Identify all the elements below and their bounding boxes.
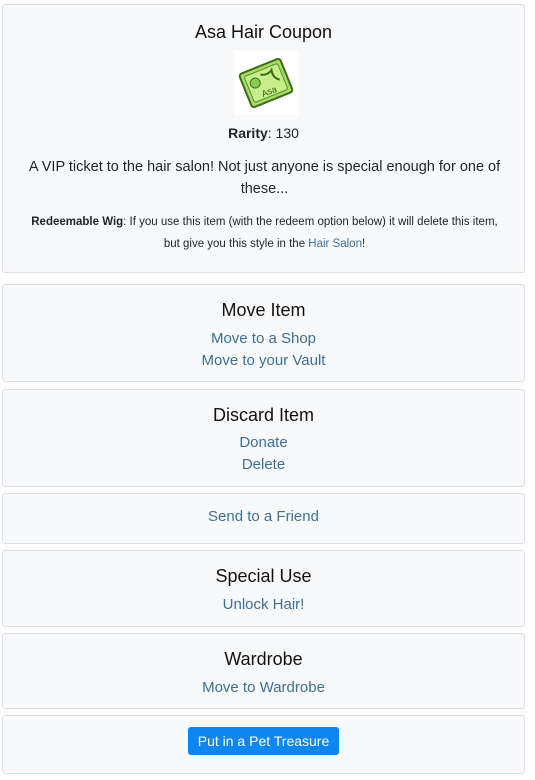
move-item-card: Move Item Move to a Shop Move to your Va…: [2, 284, 525, 382]
pet-treasure-row: Put in a Pet Treasure: [3, 727, 524, 755]
discard-item-card: Discard Item Donate Delete: [2, 389, 525, 487]
rarity-value: : 130: [267, 125, 299, 141]
donate-link[interactable]: Donate: [239, 434, 287, 451]
send-card: Send to a Friend: [2, 493, 525, 544]
delete-row: Delete: [3, 456, 524, 474]
item-info-card: Asa Hair Coupon Asa Rarity: 130 A VIP ti…: [2, 4, 525, 273]
unlock-hair-row: Unlock Hair!: [3, 596, 524, 614]
pet-treasure-card: Put in a Pet Treasure: [2, 715, 525, 774]
wig-label: Redeemable Wig: [31, 216, 124, 228]
special-use-card: Special Use Unlock Hair!: [2, 550, 525, 627]
move-to-wardrobe-row: Move to Wardrobe: [3, 679, 524, 697]
unlock-hair-link[interactable]: Unlock Hair!: [223, 596, 305, 613]
item-name: Asa Hair Coupon: [194, 22, 333, 42]
move-to-shop-row: Move to a Shop: [3, 330, 524, 348]
move-to-wardrobe-link[interactable]: Move to Wardrobe: [202, 679, 325, 696]
wig-text-after: !: [361, 238, 366, 250]
hair-salon-link[interactable]: Hair Salon: [308, 233, 362, 255]
hair-coupon-ticket-icon: Asa: [238, 57, 294, 109]
redeemable-wig-note: Redeemable Wig: If you use this item (wi…: [27, 211, 502, 255]
move-item-title: Move Item: [221, 300, 306, 320]
move-to-shop-link[interactable]: Move to a Shop: [211, 330, 316, 347]
special-use-title: Special Use: [215, 566, 312, 586]
put-in-pet-treasure-button[interactable]: Put in a Pet Treasure: [187, 727, 340, 755]
rarity-label: Rarity: [228, 125, 268, 141]
send-friend-row: Send to a Friend: [3, 508, 524, 526]
delete-link[interactable]: Delete: [242, 456, 285, 473]
wardrobe-card: Wardrobe Move to Wardrobe: [2, 633, 525, 709]
item-image: Asa: [234, 51, 298, 115]
item-description: A VIP ticket to the hair salon! Not just…: [28, 159, 501, 197]
wardrobe-title: Wardrobe: [224, 649, 303, 669]
send-to-friend-link[interactable]: Send to a Friend: [208, 508, 319, 525]
rarity-line: Rarity: 130: [3, 125, 524, 141]
discard-item-title: Discard Item: [212, 405, 315, 425]
donate-row: Donate: [3, 434, 524, 452]
move-to-vault-row: Move to your Vault: [3, 352, 524, 370]
move-to-vault-link[interactable]: Move to your Vault: [202, 352, 326, 369]
